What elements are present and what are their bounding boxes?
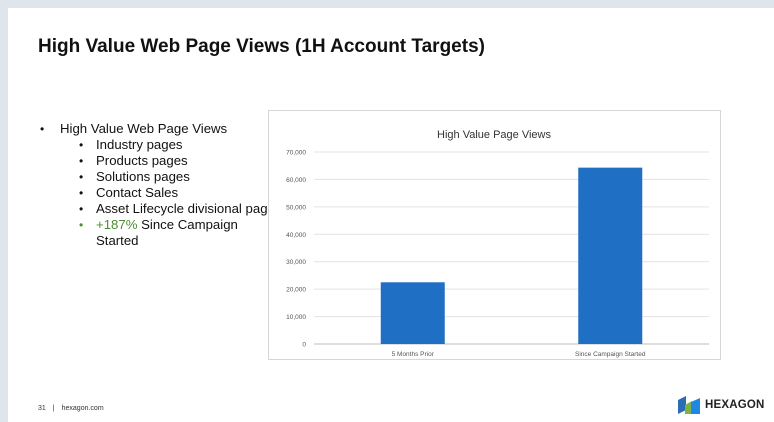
bullet-sub-item: Products pages — [77, 153, 278, 169]
logo-text: HEXAGON — [705, 399, 765, 411]
highlight-percentage: +187% — [96, 217, 138, 232]
bullet-sub-text: Industry pages — [96, 137, 183, 152]
y-tick-label: 40,000 — [286, 232, 306, 239]
chart-title: High Value Page Views — [437, 129, 551, 141]
footer-separator: | — [52, 405, 55, 412]
bullet-highlight-item: +187% Since Campaign Started — [77, 217, 278, 249]
y-tick-label: 30,000 — [286, 259, 306, 266]
y-tick-label: 10,000 — [286, 314, 306, 321]
x-tick-label: 5 Months Prior — [392, 351, 435, 358]
bullet-sub-item: Industry pages — [77, 137, 278, 153]
y-tick-label: 70,000 — [286, 150, 306, 157]
slide: High Value Web Page Views (1H Account Ta… — [8, 8, 774, 422]
footer: 31 | hexagon.com — [38, 405, 104, 412]
bullet-sub-text: Contact Sales — [96, 185, 179, 200]
bullet-sub-item: Asset Lifecycle divisional page — [77, 201, 278, 217]
y-tick-label: 20,000 — [286, 287, 306, 294]
bullet-sub-item: Contact Sales — [77, 185, 278, 201]
chart-svg: High Value Page Views 0 10,000 20,000 30,00… — [286, 129, 709, 358]
page-number: 31 — [38, 405, 46, 412]
bullet-sub-item: Solutions pages — [77, 169, 278, 185]
y-tick-label: 0 — [302, 342, 306, 349]
bar — [578, 167, 643, 344]
bullet-sub-text: Products pages — [96, 153, 188, 168]
bullet-sub-text: Asset Lifecycle divisional page — [96, 201, 275, 216]
y-tick-label: 50,000 — [286, 204, 306, 211]
bullet-main-text: High Value Web Page Views — [60, 121, 228, 136]
bullet-main: High Value Web Page Views Industry pages… — [38, 121, 278, 249]
slide-title: High Value Web Page Views (1H Account Ta… — [38, 36, 485, 57]
bar-chart: High Value Page Views 0 10,000 20,000 30,00… — [268, 110, 721, 360]
bullet-list: High Value Web Page Views Industry pages… — [38, 121, 278, 249]
y-tick-label: 60,000 — [286, 177, 306, 184]
hexagon-logo: HEXAGON — [678, 396, 765, 414]
x-tick-label: Since Campaign Started — [575, 351, 646, 358]
hexagon-logo-icon — [678, 396, 700, 414]
bullet-sub-text: Solutions pages — [96, 169, 190, 184]
footer-site: hexagon.com — [61, 405, 104, 412]
bar — [380, 282, 445, 344]
